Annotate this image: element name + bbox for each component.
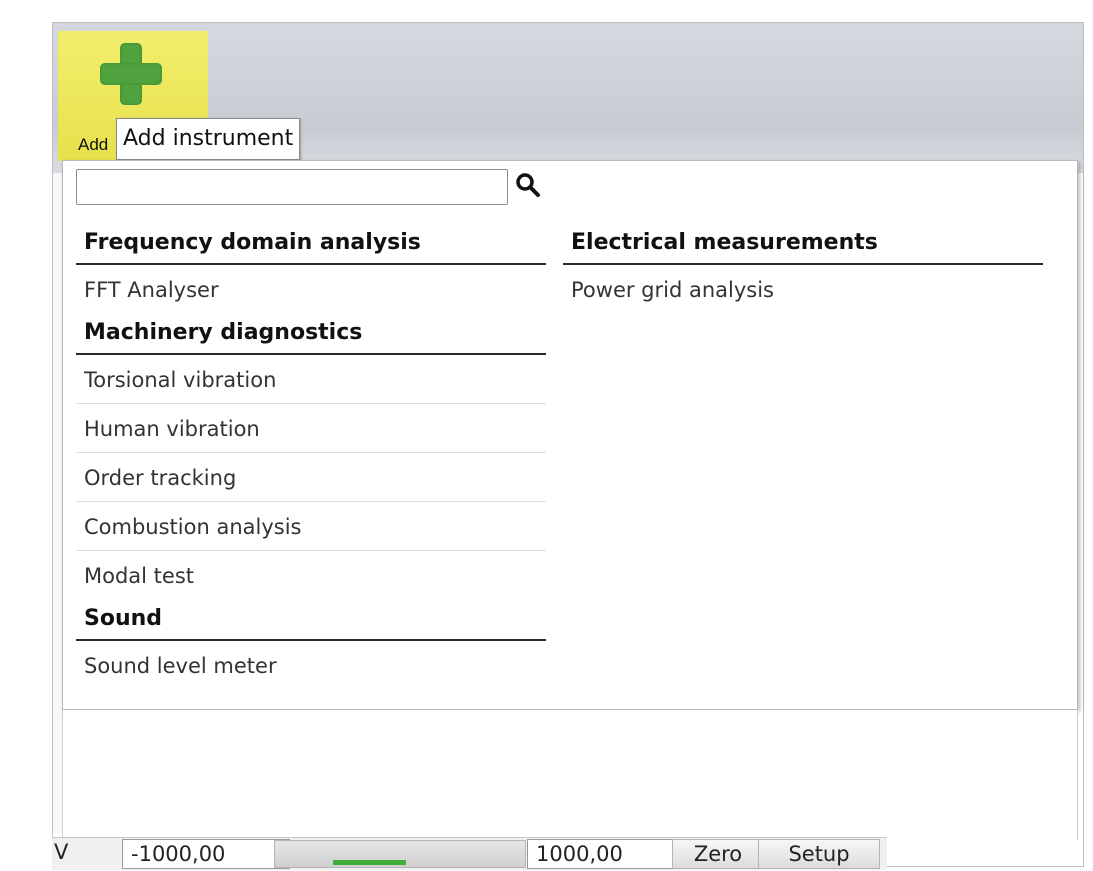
- status-bar: V -1000,00 1000,00 Zero Setup: [52, 837, 887, 870]
- add-button-label: Add: [78, 135, 109, 154]
- menu-item-power-grid-analysis[interactable]: Power grid analysis: [563, 265, 1043, 313]
- menu-group-header-sound: Sound: [76, 599, 546, 641]
- setup-button[interactable]: Setup: [758, 839, 880, 869]
- level-bar-fill: [333, 860, 407, 865]
- menu-column-right: Electrical measurements Power grid analys…: [563, 223, 1043, 313]
- menu-item-torsional-vibration[interactable]: Torsional vibration: [76, 355, 546, 404]
- add-instrument-menu: Frequency domain analysis FFT Analyser Mac…: [62, 160, 1078, 710]
- menu-item-human-vibration[interactable]: Human vibration: [76, 404, 546, 453]
- menu-item-combustion-analysis[interactable]: Combustion analysis: [76, 502, 546, 551]
- add-instrument-tooltip: Add instrument: [116, 118, 301, 160]
- search-icon[interactable]: [515, 172, 541, 198]
- menu-item-order-tracking[interactable]: Order tracking: [76, 453, 546, 502]
- menu-item-modal-test[interactable]: Modal test: [76, 551, 546, 599]
- menu-empty-area: [62, 710, 1078, 840]
- menu-group-header-machinery-diagnostics: Machinery diagnostics: [76, 313, 546, 355]
- menu-group-header-electrical-measurements: Electrical measurements: [563, 223, 1043, 265]
- unit-label: V: [54, 840, 69, 864]
- menu-item-sound-level-meter[interactable]: Sound level meter: [76, 641, 546, 689]
- range-max-field[interactable]: 1000,00: [527, 839, 677, 869]
- menu-group-header-frequency-domain-analysis: Frequency domain analysis: [76, 223, 546, 265]
- search-input[interactable]: [76, 169, 508, 205]
- range-min-field[interactable]: -1000,00: [122, 839, 290, 869]
- zero-button[interactable]: Zero: [672, 839, 764, 869]
- menu-item-fft-analyser[interactable]: FFT Analyser: [76, 265, 546, 313]
- plus-icon: [96, 39, 166, 109]
- menu-column-left: Frequency domain analysis FFT Analyser Mac…: [76, 223, 546, 689]
- level-bar: [274, 840, 526, 868]
